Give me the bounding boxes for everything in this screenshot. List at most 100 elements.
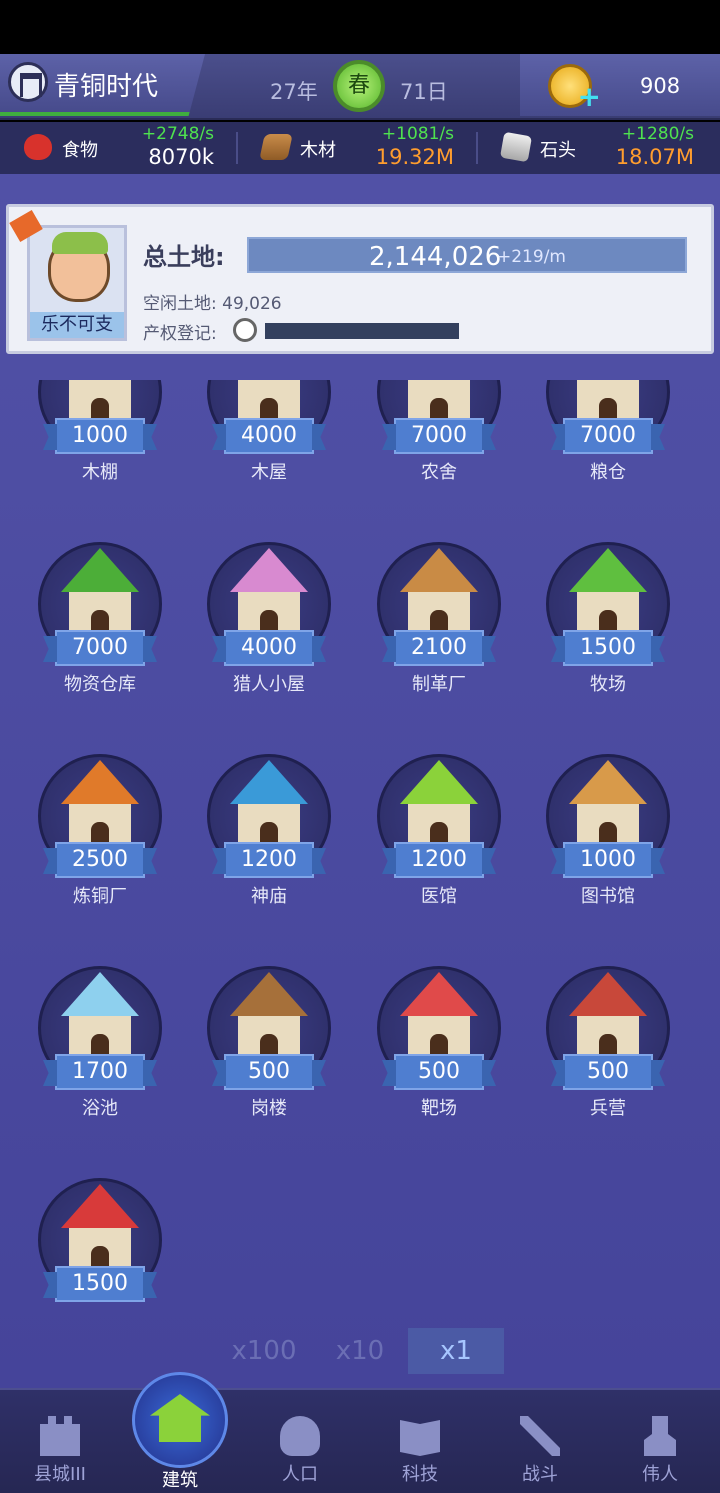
resource-rate: +1280/s — [621, 124, 694, 144]
building-card[interactable]: 500 靶场 — [364, 942, 514, 1142]
tab-great-people[interactable]: 伟人 — [600, 1390, 720, 1493]
resource-label: 木材 — [300, 140, 336, 161]
building-price: 2100 — [394, 630, 484, 666]
building-name: 神庙 — [251, 886, 287, 907]
statue-icon — [644, 1416, 676, 1456]
tab-county[interactable]: 县城III — [0, 1390, 120, 1493]
tab-label: 伟人 — [642, 1464, 678, 1485]
building-name: 制革厂 — [412, 674, 466, 695]
avatar[interactable]: 乐不可支 — [27, 225, 127, 341]
building-price: 7000 — [394, 418, 484, 454]
tab-technology[interactable]: 科技 — [360, 1390, 480, 1493]
building-roof — [569, 972, 647, 1016]
avatar-name: 乐不可支 — [30, 312, 124, 338]
building-card[interactable]: 7000 物资仓库 — [25, 518, 175, 718]
building-price: 1200 — [394, 842, 484, 878]
building-card[interactable]: 1000 图书馆 — [533, 730, 683, 930]
building-roof — [230, 548, 308, 592]
building-price: 2500 — [55, 842, 145, 878]
building-price: 500 — [224, 1054, 314, 1090]
building-card[interactable]: 4000 猎人小屋 — [194, 518, 344, 718]
building-card[interactable]: 1000 木棚 — [25, 380, 175, 506]
resource-rate: +2748/s — [141, 124, 214, 144]
building-name: 牧场 — [590, 674, 626, 695]
total-land-value: 2,144,026 — [369, 242, 502, 272]
tab-buildings[interactable]: 建筑 — [120, 1372, 240, 1493]
gold-panel[interactable]: 908 — [520, 54, 720, 116]
resource-stone[interactable]: 石头 +1280/s 18.07M — [499, 122, 694, 174]
building-roof — [400, 972, 478, 1016]
tab-label: 县城III — [34, 1464, 86, 1485]
building-price: 500 — [563, 1054, 653, 1090]
deed-progress-bar — [265, 323, 459, 339]
building-grid: 1000 木棚 4000 木屋 7000 农舍 7000 粮仓 7000 物资仓库 4000 猎人小屋… — [0, 380, 720, 1310]
building-roof — [230, 972, 308, 1016]
castle-icon — [40, 1416, 80, 1456]
building-card[interactable]: 500 兵营 — [533, 942, 683, 1142]
book-icon — [400, 1420, 440, 1456]
building-name: 浴池 — [82, 1098, 118, 1119]
multiplier-x100[interactable]: x100 — [216, 1328, 312, 1374]
building-card[interactable]: 500 岗楼 — [194, 942, 344, 1142]
building-card[interactable]: 1200 神庙 — [194, 730, 344, 930]
tab-battle[interactable]: 战斗 — [480, 1390, 600, 1493]
building-card[interactable]: 4000 木屋 — [194, 380, 344, 506]
building-card[interactable]: 1500 训练场 — [25, 1154, 175, 1310]
idle-land: 空闲土地: 49,026 — [143, 294, 282, 314]
building-name: 木棚 — [82, 462, 118, 483]
building-price: 1000 — [55, 418, 145, 454]
era-title: 青铜时代 — [54, 72, 159, 102]
gold-coin-add-icon[interactable] — [548, 64, 601, 113]
building-card[interactable]: 1200 医馆 — [364, 730, 514, 930]
era-gate-icon — [8, 62, 48, 102]
building-price: 7000 — [563, 418, 653, 454]
top-bar: 青铜时代 27年 春 71日 908 — [0, 54, 720, 120]
bottom-nav: 县城III 建筑 人口 科技 战斗 伟人 — [0, 1372, 720, 1493]
building-roof — [400, 760, 478, 804]
building-card[interactable]: 2500 炼铜厂 — [25, 730, 175, 930]
building-name: 炼铜厂 — [73, 886, 127, 907]
multiplier-x10[interactable]: x10 — [312, 1328, 408, 1374]
building-roof — [61, 972, 139, 1016]
building-card[interactable]: 1500 牧场 — [533, 518, 683, 718]
building-name: 靶场 — [421, 1098, 457, 1119]
total-land-bar: 2,144,026 +219/m — [247, 237, 687, 273]
building-name: 木屋 — [251, 462, 287, 483]
building-price: 4000 — [224, 418, 314, 454]
tab-label: 科技 — [402, 1464, 438, 1485]
building-card[interactable]: 2100 制革厂 — [364, 518, 514, 718]
building-card[interactable]: 7000 粮仓 — [533, 380, 683, 506]
total-land-title: 总土地: — [143, 243, 225, 271]
building-roof — [569, 548, 647, 592]
building-price: 1500 — [563, 630, 653, 666]
building-name: 兵营 — [590, 1098, 626, 1119]
era-panel[interactable]: 青铜时代 — [0, 54, 205, 116]
land-panel: 乐不可支 总土地: 2,144,026 +219/m 空闲土地: 49,026 … — [6, 204, 714, 354]
resource-wood[interactable]: 木材 +1081/s 19.32M — [259, 122, 454, 174]
multiplier-selector: x100 x10 x1 — [216, 1328, 506, 1374]
building-name: 图书馆 — [581, 886, 635, 907]
building-name: 猎人小屋 — [233, 674, 305, 695]
resource-bar: 食物 +2748/s 8070k 木材 +1081/s 19.32M 石头 +1… — [0, 122, 720, 174]
resource-amount: 18.07M — [615, 145, 694, 169]
tab-label: 建筑 — [162, 1470, 198, 1491]
building-card[interactable]: 1700 浴池 — [25, 942, 175, 1142]
clock-icon — [233, 318, 257, 342]
tab-label: 战斗 — [522, 1464, 558, 1485]
divider — [476, 132, 478, 164]
multiplier-x1[interactable]: x1 — [408, 1328, 504, 1374]
divider — [236, 132, 238, 164]
calendar: 27年 春 71日 — [215, 54, 520, 116]
tab-population[interactable]: 人口 — [240, 1390, 360, 1493]
resource-food[interactable]: 食物 +2748/s 8070k — [24, 122, 214, 174]
wood-icon — [259, 134, 293, 160]
day-label: 71日 — [400, 80, 448, 104]
building-roof — [569, 760, 647, 804]
building-name: 物资仓库 — [64, 674, 136, 695]
building-price: 500 — [394, 1054, 484, 1090]
status-bar — [0, 0, 720, 54]
resource-amount: 8070k — [148, 145, 214, 169]
building-card[interactable]: 7000 农舍 — [364, 380, 514, 506]
building-price: 1200 — [224, 842, 314, 878]
year-label: 27年 — [270, 80, 318, 104]
